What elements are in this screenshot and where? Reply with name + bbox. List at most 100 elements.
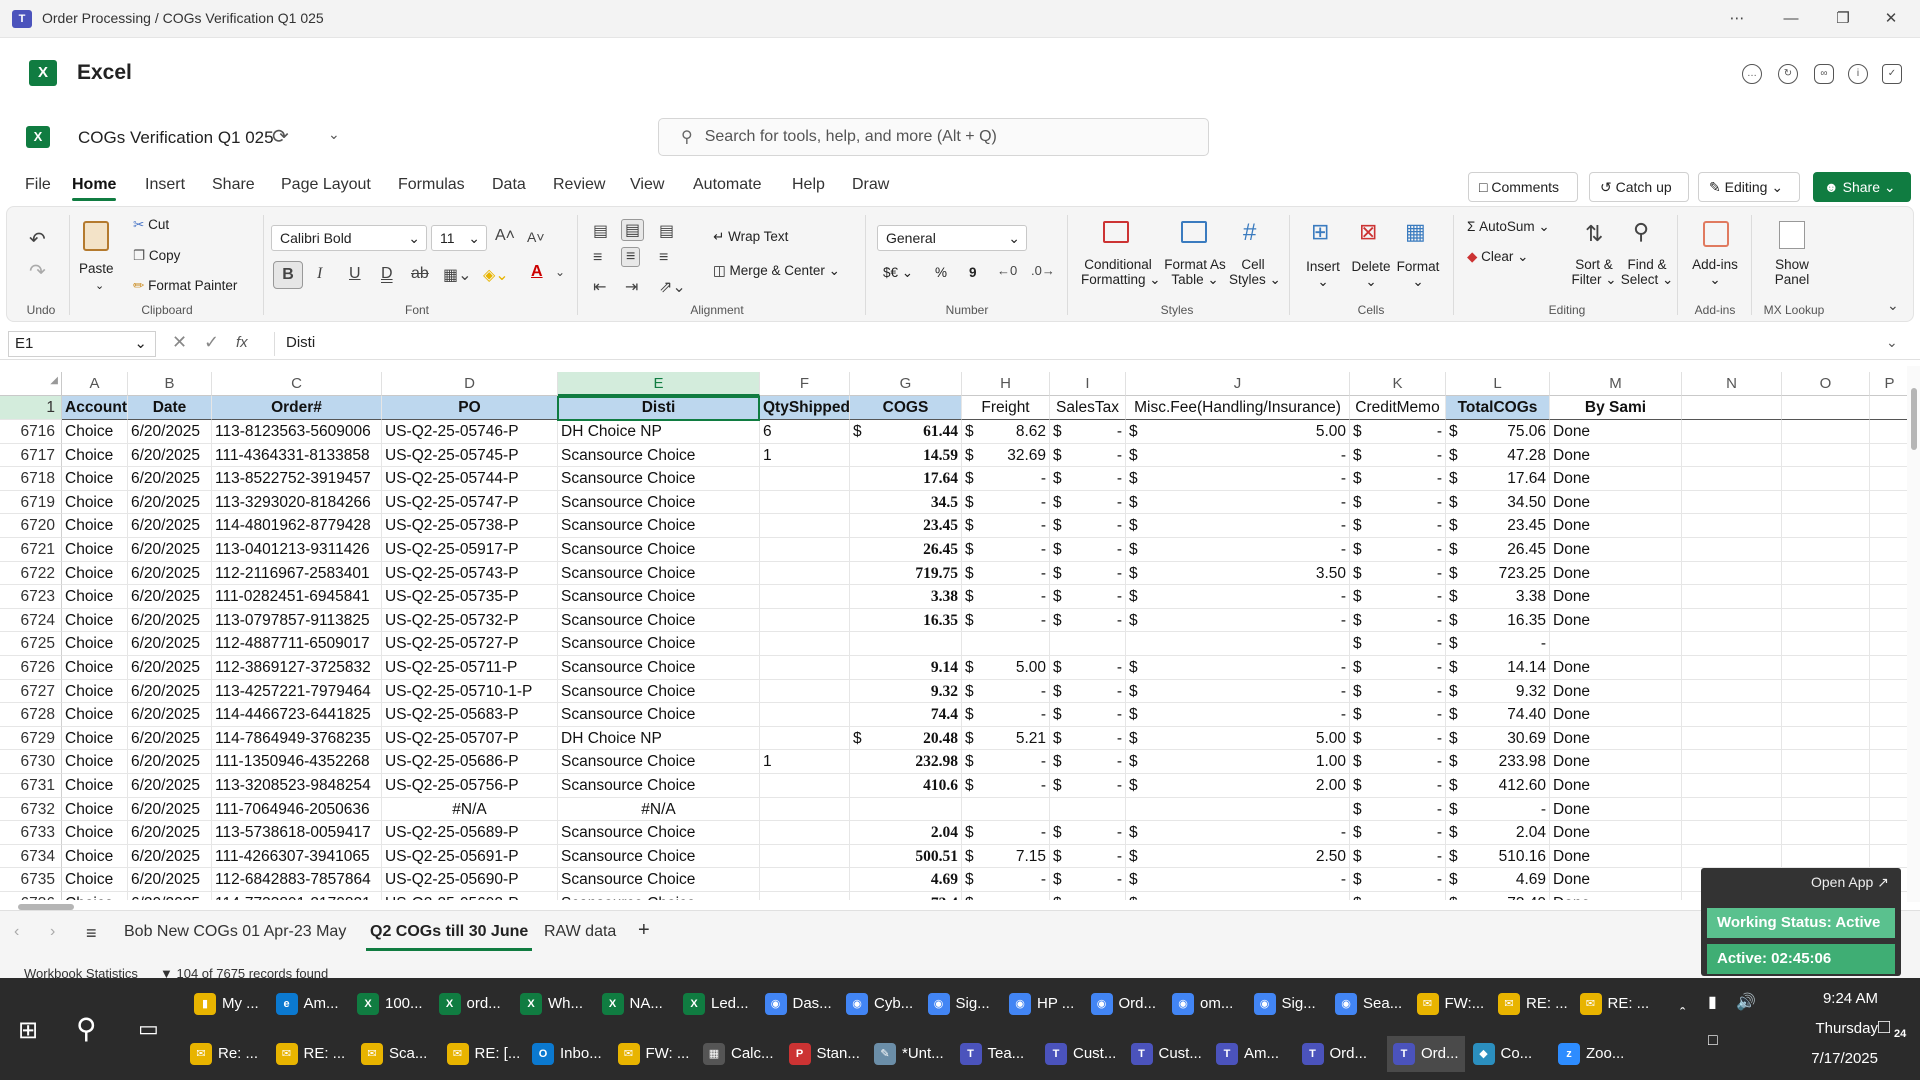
cell-creditmemo-currency[interactable]: $ [1350, 467, 1380, 491]
cell-salestax-currency[interactable]: $ [1050, 491, 1080, 515]
taskbar-app-button[interactable]: ◉ Sig... [927, 986, 990, 1022]
empty-cell[interactable] [1782, 585, 1870, 609]
cell-disti[interactable]: Scansource Choice [558, 443, 760, 468]
comments-button[interactable]: □ Comments [1468, 172, 1578, 202]
taskbar-app-button[interactable]: ▦ Calc... [703, 1036, 774, 1072]
empty-cell[interactable] [1682, 656, 1782, 680]
cell-date[interactable]: 6/20/2025 [128, 467, 212, 491]
cell-total-currency[interactable]: $ [1446, 514, 1476, 538]
ribbon-expand-icon[interactable]: ⌄ [1887, 297, 1899, 314]
empty-cell[interactable] [1870, 798, 1907, 822]
cell-misc[interactable]: 1.00 [1126, 750, 1350, 774]
cell-account[interactable]: Choice [62, 561, 128, 586]
format-as-table-button[interactable]: Format As Table ⌄ [1163, 257, 1227, 288]
cell-freight-currency[interactable]: $ [962, 868, 992, 892]
cell-total-currency[interactable]: $ [1446, 703, 1476, 727]
cell-cogs-currency[interactable] [850, 444, 880, 468]
wrap-text-button[interactable]: ↵ Wrap Text [713, 229, 788, 245]
cell-account[interactable]: Choice [62, 467, 128, 491]
cell-date[interactable]: 6/20/2025 [128, 821, 212, 845]
cell-total-currency[interactable]: $ [1446, 798, 1476, 822]
cell-po[interactable]: US-Q2-25-05692-P [382, 892, 558, 900]
fill-color-icon[interactable]: ◈⌄ [483, 265, 509, 285]
cell-status[interactable]: Done [1550, 656, 1682, 680]
cell-po[interactable]: US-Q2-25-05738-P [382, 514, 558, 538]
cell-freight-currency[interactable]: $ [962, 514, 992, 538]
taskbar-app-button[interactable]: X 100... [357, 986, 423, 1022]
cell-order[interactable]: 113-5738618-0059417 [212, 821, 382, 845]
empty-cell[interactable] [1870, 538, 1907, 562]
cell-creditmemo-currency[interactable]: $ [1350, 609, 1380, 633]
cell-disti[interactable]: Scansource Choice [558, 608, 760, 633]
cell-status[interactable]: Done [1550, 585, 1682, 609]
cell-creditmemo-currency[interactable]: $ [1350, 774, 1380, 798]
cell-disti[interactable]: Scansource Choice [558, 774, 760, 798]
cell-salestax-currency[interactable]: $ [1050, 868, 1080, 892]
empty-cell[interactable] [1782, 632, 1870, 656]
cell-po[interactable]: US-Q2-25-05747-P [382, 490, 558, 515]
decrease-font-icon[interactable]: A˅ [527, 229, 545, 245]
cell-status[interactable] [1550, 632, 1682, 656]
cell-po[interactable]: US-Q2-25-05745-P [382, 443, 558, 468]
cell-cogs-currency[interactable] [850, 632, 880, 656]
cell-qty[interactable]: 6 [760, 420, 850, 444]
cell-qty[interactable] [760, 797, 850, 822]
empty-cell[interactable] [1870, 420, 1907, 444]
chevron-down-icon[interactable]: ⌄ [555, 265, 565, 279]
cell-qty[interactable] [760, 703, 850, 727]
empty-cell[interactable] [1870, 444, 1907, 468]
cell-freight-currency[interactable]: $ [962, 420, 992, 444]
font-color-icon[interactable]: A [531, 263, 543, 281]
row-number[interactable]: 6722 [0, 561, 62, 586]
column-header-c[interactable]: C [212, 372, 382, 396]
taskbar-app-button[interactable]: ◉ Sea... [1335, 986, 1402, 1022]
empty-cell[interactable] [1782, 821, 1870, 845]
cell-freight-currency[interactable]: $ [962, 774, 992, 798]
cell-salestax-currency[interactable]: $ [1050, 609, 1080, 633]
cell-misc-currency[interactable]: $ [1126, 868, 1156, 892]
cell-misc[interactable]: - [1126, 821, 1350, 845]
cell-creditmemo-currency[interactable]: $ [1350, 680, 1380, 704]
cell-salestax-currency[interactable]: $ [1050, 703, 1080, 727]
tab-review[interactable]: Review [553, 176, 605, 194]
cell-po[interactable]: US-Q2-25-05686-P [382, 750, 558, 774]
close-window-button[interactable]: ✕ [1868, 4, 1914, 34]
cell-account[interactable]: Choice [62, 608, 128, 633]
cell-misc-currency[interactable]: $ [1126, 727, 1156, 751]
cell-cogs-currency[interactable] [850, 491, 880, 515]
cut-button[interactable]: ✂ Cut [133, 217, 169, 233]
column-header-a[interactable]: A [62, 372, 128, 396]
cell-misc-currency[interactable]: $ [1126, 845, 1156, 869]
cell-po[interactable]: US-Q2-25-05732-P [382, 608, 558, 633]
cell-account[interactable]: Choice [62, 538, 128, 562]
taskbar-app-button[interactable]: z Zoo... [1558, 1036, 1624, 1072]
cell-creditmemo-currency[interactable]: $ [1350, 514, 1380, 538]
cell-total-currency[interactable]: $ [1446, 562, 1476, 586]
column-header-h[interactable]: H [962, 372, 1050, 396]
align-right-icon[interactable]: ≡ [659, 249, 668, 267]
cell-misc-currency[interactable]: $ [1126, 420, 1156, 444]
bold-button[interactable]: B [273, 261, 303, 289]
header-cell[interactable]: SalesTax [1050, 396, 1126, 420]
cell-account[interactable]: Choice [62, 868, 128, 892]
cell-order[interactable]: 114-4466723-6441825 [212, 703, 382, 727]
cell-misc[interactable]: - [1126, 679, 1350, 704]
cell-po[interactable]: US-Q2-25-05743-P [382, 561, 558, 586]
cell-salestax-currency[interactable]: $ [1050, 750, 1080, 774]
header-cell[interactable]: By Sami [1550, 396, 1682, 420]
cell-date[interactable]: 6/20/2025 [128, 420, 212, 444]
cell-misc-currency[interactable]: $ [1126, 774, 1156, 798]
taskbar-app-button[interactable]: ◉ Das... [764, 986, 832, 1022]
cell-po[interactable]: US-Q2-25-05917-P [382, 538, 558, 562]
cell-po[interactable]: #N/A [382, 797, 558, 822]
empty-cell[interactable] [1682, 774, 1782, 798]
cell-salestax-currency[interactable]: $ [1050, 845, 1080, 869]
header-cell[interactable]: PO [382, 396, 558, 420]
header-cell[interactable]: Freight [962, 396, 1050, 420]
tab-file[interactable]: File [25, 176, 51, 194]
align-middle-icon[interactable]: ▤ [621, 219, 645, 241]
cell-date[interactable]: 6/20/2025 [128, 538, 212, 562]
cell-po[interactable]: US-Q2-25-05744-P [382, 467, 558, 491]
taskbar-app-button[interactable]: ◉ HP ... [1009, 986, 1074, 1022]
cell-cogs-currency[interactable] [850, 750, 880, 774]
